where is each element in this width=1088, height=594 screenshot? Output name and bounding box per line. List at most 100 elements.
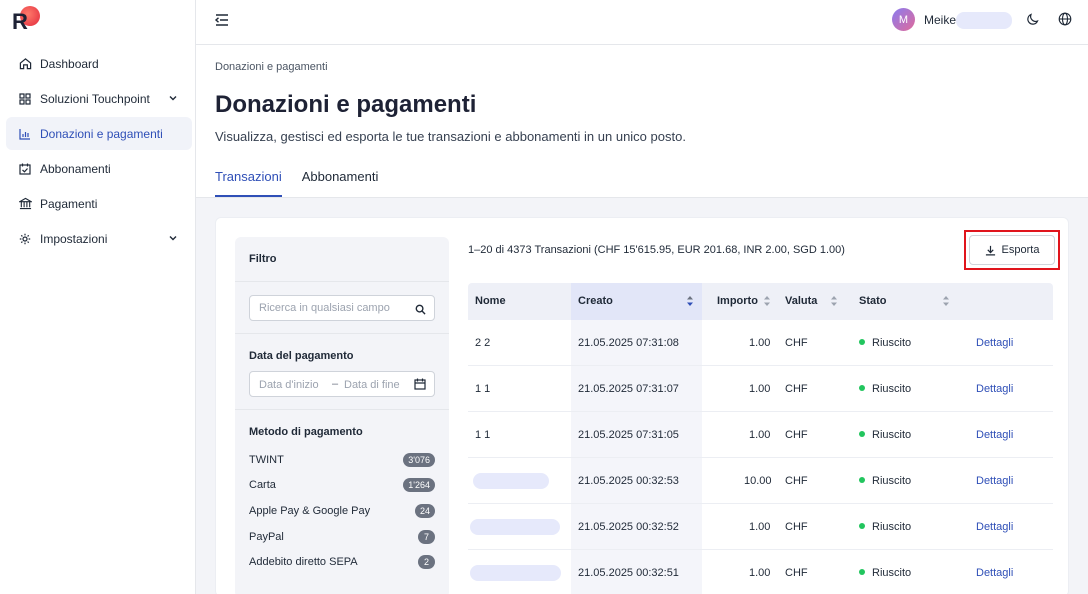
payment-method-name: Carta (249, 479, 276, 491)
cell-created: 21.05.2025 07:31:08 (578, 337, 679, 349)
table-row[interactable]: 2 2 21.05.2025 07:31:08 1.00 CHF Riuscit… (468, 320, 1053, 366)
details-link[interactable]: Dettagli (976, 475, 1013, 487)
sort-desc-icon[interactable] (686, 295, 694, 310)
status-dot (859, 431, 865, 437)
divider (235, 409, 449, 410)
date-section-label: Data del pagamento (249, 350, 354, 362)
count-badge: 1'264 (403, 478, 435, 492)
payment-method-card[interactable]: Carta 1'264 (249, 476, 435, 494)
cell-status: Riuscito (859, 567, 911, 579)
export-label: Esporta (1001, 244, 1040, 256)
status-dot (859, 477, 865, 483)
count-badge: 24 (414, 504, 435, 518)
cell-currency: CHF (785, 383, 808, 395)
search-input[interactable] (250, 296, 400, 320)
breadcrumb[interactable]: Donazioni e pagamenti (215, 61, 328, 73)
sidebar-nav: Dashboard Soluzioni Touchpoint Donazioni… (6, 47, 192, 257)
cell-status: Riuscito (859, 475, 911, 487)
details-link[interactable]: Dettagli (976, 567, 1013, 579)
cell-created: 21.05.2025 07:31:07 (578, 383, 679, 395)
details-link[interactable]: Dettagli (976, 521, 1013, 533)
sidebar-item-label: Abbonamenti (40, 161, 111, 176)
grid-icon (18, 92, 32, 106)
export-button[interactable]: Esporta (969, 235, 1055, 265)
moon-icon[interactable] (1026, 12, 1041, 27)
col-header-amount[interactable]: Importo (717, 295, 758, 307)
main-content: Donazioni e pagamenti Donazioni e pagame… (196, 45, 1088, 594)
cell-status: Riuscito (859, 383, 911, 395)
table-row[interactable]: 1 1 21.05.2025 07:31:05 1.00 CHF Riuscit… (468, 412, 1053, 458)
count-badge: 3'076 (403, 453, 435, 467)
cell-amount: 1.00 (749, 383, 771, 395)
payment-method-twint[interactable]: TWINT 3'076 (249, 451, 435, 469)
payment-method-wallet[interactable]: Apple Pay & Google Pay 24 (249, 502, 435, 520)
app-logo[interactable]: R (12, 6, 42, 34)
cell-currency: CHF (785, 521, 808, 533)
table-row[interactable]: 21.05.2025 00:32:53 10.00 CHF Riuscito D… (468, 458, 1053, 504)
sidebar-item-settings[interactable]: Impostazioni (6, 222, 192, 255)
cell-name: 1 1 (475, 383, 491, 395)
sidebar: R Dashboard Soluzioni Touchpoint Donazio… (0, 0, 196, 594)
cell-amount: 1.00 (749, 521, 771, 533)
sidebar-item-label: Soluzioni Touchpoint (40, 91, 150, 106)
sidebar-item-touchpoint[interactable]: Soluzioni Touchpoint (6, 82, 192, 115)
globe-icon[interactable] (1058, 12, 1073, 27)
col-header-created[interactable]: Creato (578, 295, 613, 307)
date-start-input[interactable]: Data d'inizio (259, 379, 319, 391)
payment-method-paypal[interactable]: PayPal 7 (249, 528, 435, 546)
details-link[interactable]: Dettagli (976, 383, 1013, 395)
count-badge: 7 (418, 530, 435, 544)
calendar-icon[interactable] (414, 378, 426, 393)
home-icon (18, 57, 32, 71)
chevron-down-icon (168, 92, 178, 106)
details-link[interactable]: Dettagli (976, 429, 1013, 441)
search-icon[interactable] (415, 302, 426, 320)
bank-icon (18, 197, 32, 211)
payment-method-name: Apple Pay & Google Pay (249, 505, 371, 517)
sidebar-item-label: Impostazioni (40, 231, 108, 246)
table-row[interactable]: 21.05.2025 00:32:52 1.00 CHF Riuscito De… (468, 504, 1053, 550)
date-end-input[interactable]: Data di fine (344, 379, 400, 391)
sidebar-item-subscriptions[interactable]: Abbonamenti (6, 152, 192, 185)
user-name[interactable]: Meike (924, 13, 956, 27)
cell-name: 2 2 (475, 337, 491, 349)
sort-icon[interactable] (763, 295, 771, 310)
cell-currency: CHF (785, 475, 808, 487)
top-bar: M Meike (196, 0, 1088, 45)
redacted-name (470, 519, 560, 535)
status-dot (859, 339, 865, 345)
sidebar-item-dashboard[interactable]: Dashboard (6, 47, 192, 80)
bar-chart-icon (18, 127, 32, 141)
filter-panel: Filtro Data del pagamento Data d'inizio … (235, 237, 449, 594)
date-range-field[interactable]: Data d'inizio – Data di fine (249, 371, 435, 397)
status-label: Riuscito (872, 567, 912, 579)
table-row[interactable]: 1 1 21.05.2025 07:31:07 1.00 CHF Riuscit… (468, 366, 1053, 412)
payment-method-name: TWINT (249, 454, 284, 466)
col-header-name[interactable]: Nome (475, 295, 506, 307)
divider (235, 333, 449, 334)
status-label: Riuscito (872, 383, 912, 395)
tab-transactions[interactable]: Transazioni (215, 169, 282, 197)
payment-method-name: Addebito diretto SEPA (249, 556, 358, 568)
chevron-down-icon (168, 232, 178, 246)
table-row[interactable]: 21.05.2025 00:32:51 1.00 CHF Riuscito De… (468, 550, 1053, 594)
sort-icon[interactable] (830, 295, 838, 310)
cell-amount: 10.00 (744, 475, 772, 487)
payment-method-name: PayPal (249, 531, 284, 543)
collapse-menu-icon[interactable] (214, 12, 232, 30)
cell-name: 1 1 (475, 429, 491, 441)
transactions-table: Nome Creato Importo Valuta Stato 2 2 21.… (468, 283, 1053, 594)
col-header-currency[interactable]: Valuta (785, 295, 817, 307)
sidebar-item-payments[interactable]: Pagamenti (6, 187, 192, 220)
details-link[interactable]: Dettagli (976, 337, 1013, 349)
avatar[interactable]: M (892, 8, 915, 31)
sort-icon[interactable] (942, 295, 950, 310)
redacted-surname (956, 12, 1012, 29)
search-field[interactable] (249, 295, 435, 321)
sidebar-item-donations[interactable]: Donazioni e pagamenti (6, 117, 192, 150)
cell-amount: 1.00 (749, 337, 771, 349)
tab-subscriptions[interactable]: Abbonamenti (302, 169, 379, 197)
cell-status: Riuscito (859, 429, 911, 441)
col-header-status[interactable]: Stato (859, 295, 887, 307)
payment-method-sepa[interactable]: Addebito diretto SEPA 2 (249, 553, 435, 571)
